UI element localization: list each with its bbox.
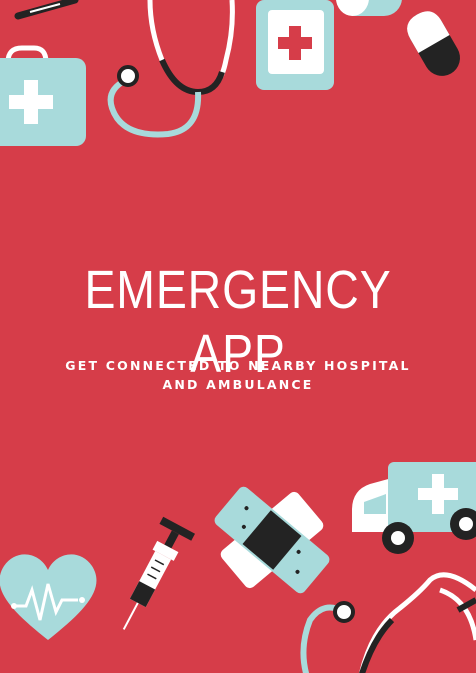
- syringe-icon: [122, 516, 196, 630]
- stethoscope-icon: [300, 572, 476, 673]
- subtitle-line-1: GET CONNECTED TO NEARBY HOSPITAL: [65, 358, 411, 373]
- stethoscope-icon: [107, 0, 235, 138]
- subtitle-line-2: AND AMBULANCE: [162, 377, 314, 392]
- heart-rate-icon: [0, 554, 97, 640]
- capsule-icon: [336, 0, 460, 76]
- subtitle: GET CONNECTED TO NEARBY HOSPITAL AND AMB…: [0, 356, 476, 394]
- medicine-bottle-icon: [256, 0, 334, 90]
- thermometer-icon: [14, 0, 79, 20]
- poster: EMERGENCY APP GET CONNECTED TO NEARBY HO…: [0, 0, 476, 673]
- ambulance-icon: [352, 462, 476, 554]
- first-aid-kit-icon: [0, 45, 86, 146]
- bandage-icon: [214, 486, 330, 594]
